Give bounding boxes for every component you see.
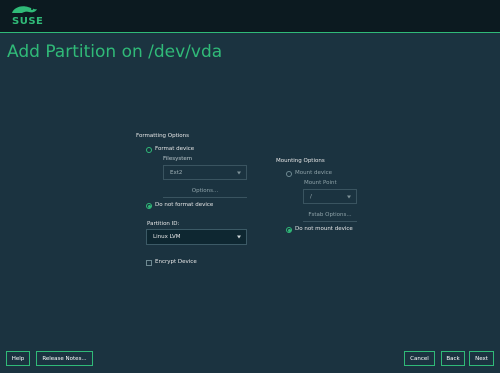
back-button[interactable]: Back — [441, 351, 465, 366]
filesystem-select[interactable]: Ext2 — [163, 165, 247, 180]
mount-point-value: / — [310, 193, 312, 200]
mount-point-select[interactable]: / — [303, 189, 357, 204]
format-device-label[interactable]: Format device — [155, 146, 194, 152]
next-button[interactable]: Next — [469, 351, 494, 366]
chevron-down-icon — [347, 195, 351, 198]
filesystem-label: Filesystem — [163, 156, 193, 162]
partition-id-label: Partition ID: — [147, 221, 180, 227]
mount-point-label: Mount Point — [304, 180, 337, 186]
do-not-format-label[interactable]: Do not format device — [155, 202, 213, 208]
encrypt-device-checkbox[interactable] — [146, 260, 152, 266]
chameleon-icon — [12, 6, 37, 13]
partition-id-value: Linux LVM — [153, 234, 181, 240]
mount-device-label[interactable]: Mount device — [295, 170, 332, 176]
release-notes-button[interactable]: Release Notes... — [36, 351, 93, 366]
options-button[interactable]: Options... — [163, 186, 247, 198]
brand-text: SUSE — [12, 16, 44, 27]
mount-device-radio[interactable] — [286, 171, 292, 177]
top-bar: SUSE — [0, 0, 500, 33]
chevron-down-icon — [237, 171, 241, 174]
do-not-mount-label[interactable]: Do not mount device — [295, 226, 353, 232]
encrypt-device-label[interactable]: Encrypt Device — [155, 259, 197, 265]
help-button[interactable]: Help — [6, 351, 30, 366]
do-not-mount-radio[interactable] — [286, 227, 292, 233]
do-not-format-radio[interactable] — [146, 203, 152, 209]
fstab-options-button[interactable]: Fstab Options... — [303, 210, 357, 222]
mounting-options-title: Mounting Options — [276, 158, 325, 164]
page-title: Add Partition on /dev/vda — [7, 42, 223, 62]
cancel-button[interactable]: Cancel — [404, 351, 435, 366]
format-device-radio[interactable] — [146, 147, 152, 153]
filesystem-value: Ext2 — [170, 169, 183, 176]
suse-logo: SUSE — [8, 4, 44, 28]
partition-id-select[interactable]: Linux LVM — [146, 229, 247, 245]
formatting-options-title: Formatting Options — [136, 133, 190, 139]
chevron-down-icon — [237, 235, 241, 239]
